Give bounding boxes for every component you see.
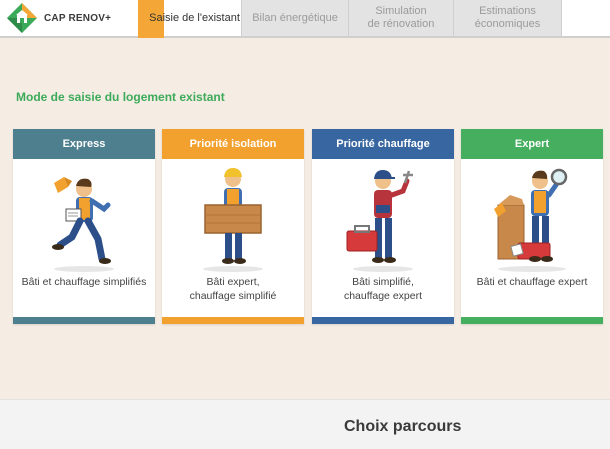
card-description: Bâti simplifié, chauffage expert [343,276,423,302]
header-spacer [561,0,610,36]
card-footer-bar [162,317,304,324]
card-footer-bar [461,317,603,324]
card-title: Priorité isolation [189,138,277,150]
section-title: Mode de saisie du logement existant [16,90,225,104]
card-footer-bar [312,317,454,324]
card-expert[interactable]: Expert Bâti et chauffage expert [461,129,603,324]
tab-label: Saisie de l'existant [149,11,240,24]
app-logo[interactable]: CAP RENOV+ [0,0,138,36]
worker-with-magnifier-illustration [494,168,568,272]
worker-carrying-insulation-illustration [203,168,263,272]
choix-parcours-title: Choix parcours [344,418,462,435]
tab-label: Simulation de rénovation [367,5,435,30]
card-title: Priorité chauffage [336,138,430,150]
app-name: CAP RENOV+ [44,12,112,24]
running-worker-illustration [52,177,114,272]
house-diamond-icon [7,3,37,33]
bottom-panel [0,399,610,449]
card-priorite-chauffage[interactable]: Priorité chauffage Bâti simplifié, chauf… [312,129,454,324]
worker-with-toolbox-illustration [346,170,413,272]
tab-saisie-existant[interactable]: Saisie de l'existant [138,0,241,38]
card-express[interactable]: Express Bâti et chauffage simplifiés [13,129,155,324]
tab-label: Estimations économiques [474,5,541,30]
card-header: Priorité chauffage [312,129,454,159]
top-navigation-bar: CAP RENOV+ Saisie de l'existant Bilan én… [0,0,610,38]
card-description: Bâti et chauffage expert [476,276,588,288]
card-title: Express [62,138,106,150]
card-priorite-isolation[interactable]: Priorité isolation Bâti expert, chauffag… [162,129,304,324]
card-description: Bâti et chauffage simplifiés [21,276,147,288]
tab-label: Bilan énergétique [252,11,338,24]
tab-estimations-economiques[interactable]: Estimations économiques [453,0,561,36]
card-header: Priorité isolation [162,129,304,159]
card-title: Expert [514,138,550,150]
card-footer-bar [13,317,155,324]
card-header: Expert [461,129,603,159]
card-header: Express [13,129,155,159]
tab-simulation-renovation[interactable]: Simulation de rénovation [348,0,453,36]
tab-bilan-energetique[interactable]: Bilan énergétique [241,0,348,36]
card-description: Bâti expert, chauffage simplifié [189,276,277,302]
